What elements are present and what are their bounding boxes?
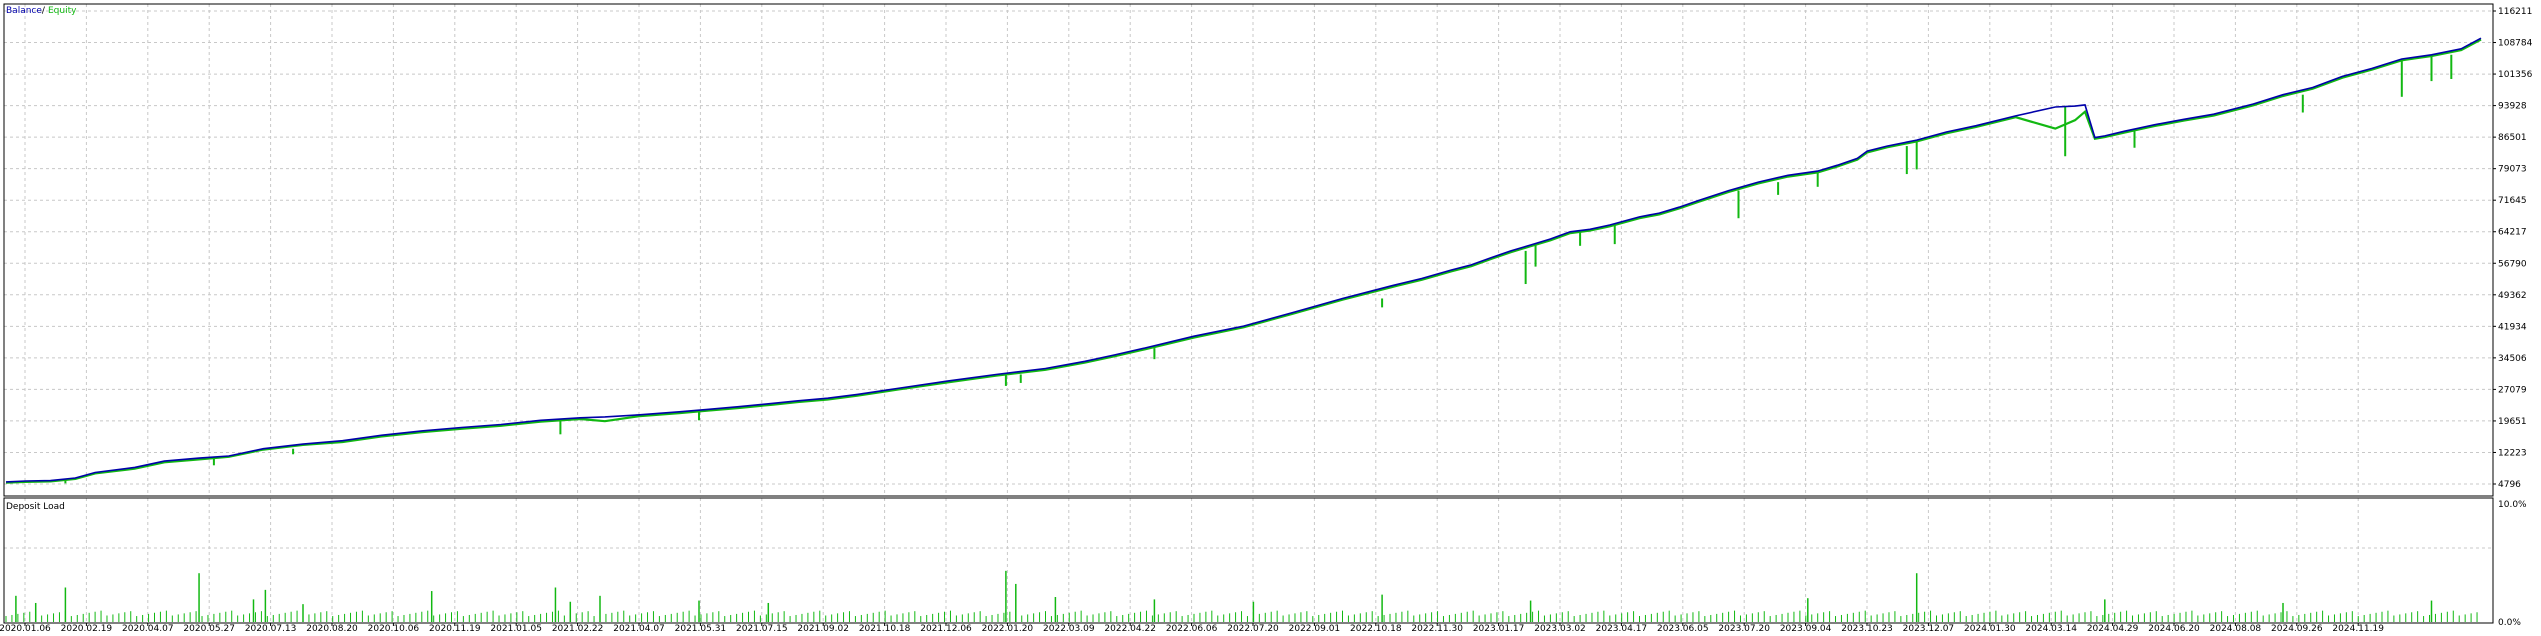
x-tick-label: 2024.01.30 (1964, 624, 2016, 632)
legend-balance: Balance (6, 6, 42, 16)
sub-y-tick-label: 10.0% (2498, 500, 2527, 510)
x-tick-label: 2021.07.15 (736, 624, 788, 632)
x-tick-label: 2022.09.01 (1289, 624, 1341, 632)
x-tick-label: 2023.09.04 (1780, 624, 1832, 632)
backtest-chart: Balance / Equity Deposit Load 2020.01.06… (0, 0, 2541, 634)
y-tick-label: 79073 (2498, 165, 2527, 175)
y-tick-label: 56790 (2498, 259, 2527, 269)
x-tick-label: 2023.07.20 (1718, 624, 1770, 632)
x-tick-label: 2020.01.06 (0, 624, 51, 632)
x-tick-label: 2023.04.17 (1596, 624, 1648, 632)
y-tick-label: 64217 (2498, 228, 2527, 238)
x-tick-label: 2024.06.20 (2148, 624, 2200, 632)
y-tick-label: 27079 (2498, 385, 2527, 395)
y-tick-label: 108784 (2498, 39, 2533, 49)
chart-svg: Balance / Equity Deposit Load 2020.01.06… (0, 3, 2533, 634)
x-tick-label: 2021.12.06 (920, 624, 972, 632)
x-tick-label: 2023.06.05 (1657, 624, 1709, 632)
x-tick-label: 2021.09.02 (797, 624, 849, 632)
y-tick-label: 41934 (2498, 322, 2527, 332)
x-tick-label: 2020.05.27 (183, 624, 235, 632)
x-tick-label: 2024.08.08 (2210, 624, 2262, 632)
x-tick-label: 2024.03.14 (2025, 624, 2077, 632)
label-layer: Balance / Equity Deposit Load 2020.01.06… (0, 6, 2533, 634)
x-tick-label: 2022.01.20 (982, 624, 1034, 632)
x-tick-label: 2023.01.17 (1473, 624, 1525, 632)
x-tick-label: 2022.03.09 (1043, 624, 1095, 632)
y-tick-label: 93928 (2498, 102, 2527, 112)
x-tick-label: 2022.10.18 (1350, 624, 1402, 632)
y-tick-label: 34506 (2498, 354, 2527, 364)
x-tick-label: 2023.12.07 (1903, 624, 1955, 632)
x-tick-label: 2021.01.05 (490, 624, 542, 632)
deposit-load-title: Deposit Load (6, 502, 65, 512)
x-tick-label: 2020.04.07 (122, 624, 174, 632)
y-tick-label: 12223 (2498, 448, 2527, 458)
x-tick-label: 2021.02.22 (552, 624, 604, 632)
legend-separator: / (39, 6, 48, 16)
x-tick-label: 2021.05.31 (675, 624, 727, 632)
sub-panel-frame (3, 497, 2494, 624)
series-layer (5, 37, 2482, 622)
x-tick-label: 2023.03.02 (1534, 624, 1586, 632)
x-tick-label: 2024.09.26 (2271, 624, 2323, 632)
x-tick-label: 2020.11.19 (429, 624, 481, 632)
x-tick-label: 2022.04.22 (1104, 624, 1156, 632)
x-tick-label: 2024.11.19 (2332, 624, 2384, 632)
x-tick-label: 2020.10.06 (368, 624, 420, 632)
sub-y-tick-label: 0.0% (2498, 618, 2521, 628)
y-tick-label: 19651 (2498, 417, 2527, 427)
x-tick-label: 2023.10.23 (1841, 624, 1893, 632)
x-tick-label: 2020.02.19 (61, 624, 113, 632)
balance-line (5, 37, 2482, 483)
frame-layer (3, 3, 2496, 626)
grid-layer (4, 4, 2493, 623)
y-tick-label: 71645 (2498, 196, 2527, 206)
x-tick-label: 2024.04.29 (2087, 624, 2139, 632)
legend-equity: Equity (48, 6, 77, 16)
y-tick-label: 86501 (2498, 133, 2527, 143)
main-panel-frame (3, 3, 2494, 497)
x-tick-label: 2020.07.13 (245, 624, 297, 632)
x-tick-label: 2020.08.20 (306, 624, 358, 632)
x-tick-label: 2021.10.18 (859, 624, 911, 632)
y-tick-label: 101356 (2498, 70, 2533, 80)
x-tick-label: 2022.06.06 (1166, 624, 1218, 632)
x-tick-label: 2022.07.20 (1227, 624, 1279, 632)
y-tick-label: 49362 (2498, 291, 2527, 301)
y-tick-label: 4796 (2498, 480, 2521, 490)
x-tick-label: 2021.04.07 (613, 624, 665, 632)
x-tick-label: 2022.11.30 (1411, 624, 1463, 632)
y-tick-label: 116211 (2498, 7, 2532, 17)
